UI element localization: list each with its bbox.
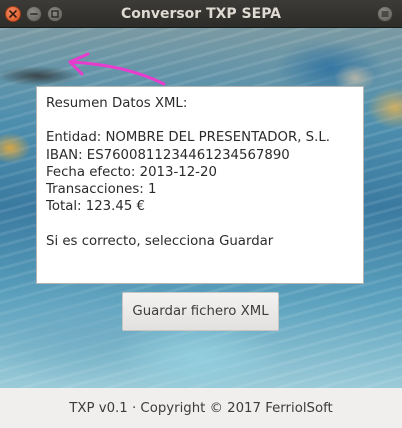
maximize-icon (51, 10, 59, 18)
app-menu-button[interactable] (377, 6, 393, 22)
xml-summary-box: Resumen Datos XML: Entidad: NOMBRE DEL P… (36, 86, 364, 284)
save-xml-button[interactable]: Guardar fichero XML (122, 292, 279, 331)
copyright-text: TXP v0.1 · Copyright © 2017 FerriolSoft (69, 400, 333, 416)
summary-effective-date: Fecha efecto: 2013-12-20 (46, 164, 217, 180)
hamburger-menu-icon (381, 11, 389, 17)
app-window: Conversor TXP SEPA Resumen Datos XML: En… (0, 0, 402, 428)
close-window-button[interactable] (5, 6, 21, 22)
close-icon (9, 10, 17, 18)
summary-blank-line (46, 112, 354, 129)
summary-total: Total: 123.45 € (46, 199, 145, 215)
summary-heading: Resumen Datos XML: (46, 96, 188, 111)
footer: TXP v0.1 · Copyright © 2017 FerriolSoft (0, 388, 402, 428)
summary-iban: IBAN: ES7600811234461234567890 (46, 147, 290, 163)
minimize-icon (30, 13, 38, 15)
summary-transactions: Transacciones: 1 (46, 182, 157, 197)
summary-blank-line (46, 215, 354, 232)
title-bar[interactable]: Conversor TXP SEPA (0, 0, 402, 28)
minimize-window-button[interactable] (26, 6, 42, 22)
maximize-window-button[interactable] (47, 6, 63, 22)
summary-entity: Entidad: NOMBRE DEL PRESENTADOR, S.L. (46, 130, 330, 146)
arrow-icon (68, 52, 166, 86)
summary-confirm-hint: Si es correcto, selecciona Guardar (46, 233, 274, 249)
